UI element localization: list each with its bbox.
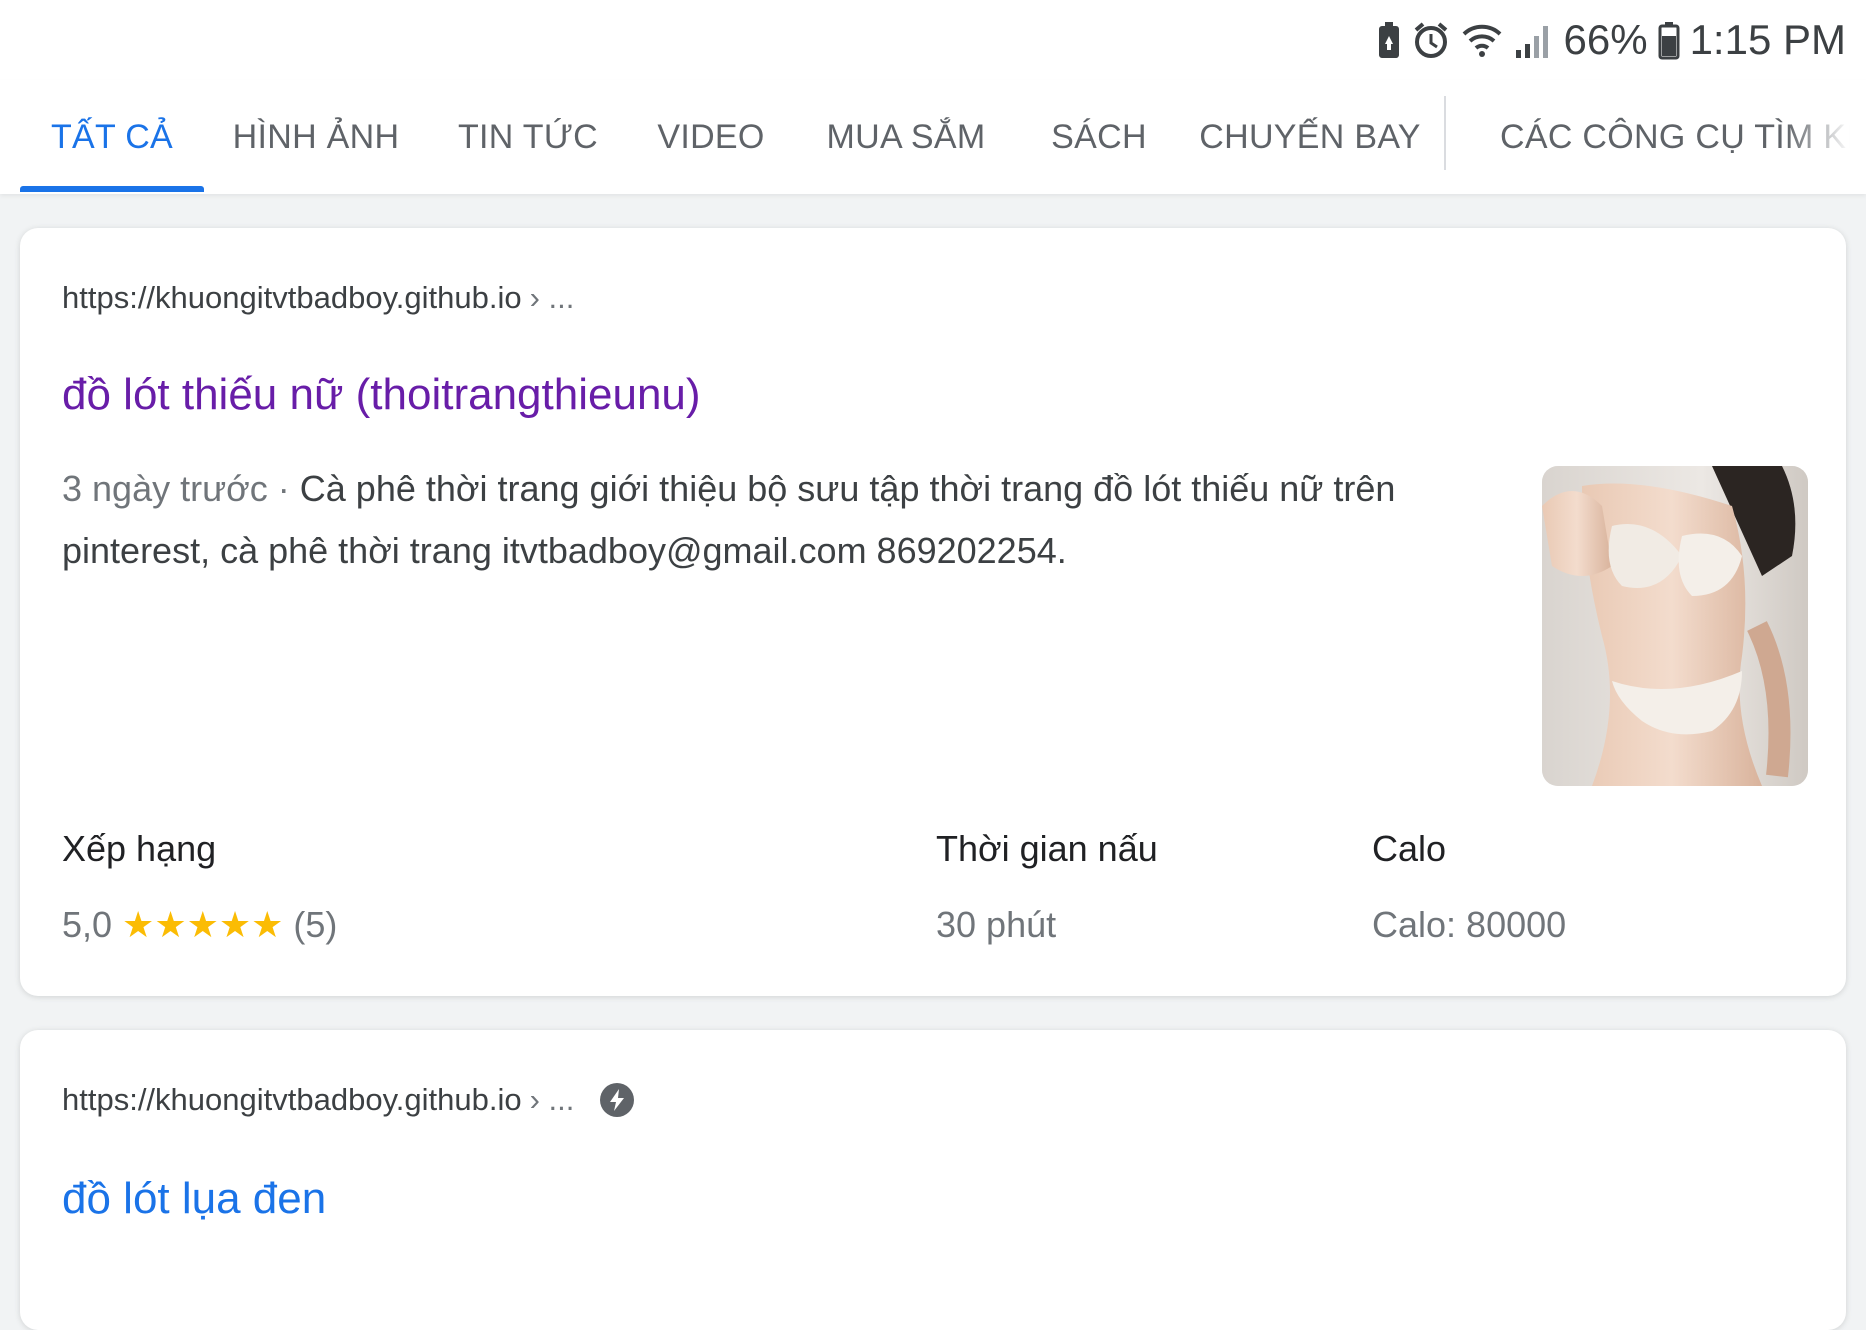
tab-divider xyxy=(1444,96,1446,170)
tab-flights[interactable]: CHUYẾN BAY xyxy=(1199,80,1420,194)
search-tabs-bar: TẤT CẢ HÌNH ẢNH TIN TỨC VIDEO MUA SẮM SÁ… xyxy=(0,80,1866,194)
result-breadcrumb: › ... xyxy=(529,280,575,315)
active-tab-indicator xyxy=(20,186,204,192)
tab-video[interactable]: VIDEO xyxy=(656,80,766,194)
status-icons: 66% 1:15 PM xyxy=(1376,12,1846,68)
tab-news[interactable]: TIN TỨC xyxy=(452,80,604,194)
rating-value: 5,0 xyxy=(62,904,113,945)
result-thumbnail-image[interactable] xyxy=(1542,466,1808,786)
clock-time: 1:15 PM xyxy=(1689,16,1846,63)
amp-lightning-icon xyxy=(600,1083,635,1117)
result-url[interactable]: https://khuongitvtbadboy.github.io › ... xyxy=(62,280,574,316)
rating-count: (5) xyxy=(293,904,338,945)
result-breadcrumb: › ... xyxy=(529,1082,575,1117)
tab-shopping[interactable]: MUA SẮM xyxy=(824,80,988,194)
tab-all[interactable]: TẤT CẢ xyxy=(20,80,204,194)
cook-time-value: 30 phút xyxy=(936,904,1057,945)
battery-icon xyxy=(1658,20,1680,60)
tab-images[interactable]: HÌNH ẢNH xyxy=(226,80,406,194)
calories-label: Calo xyxy=(1372,828,1447,869)
battery-percent: 66% xyxy=(1563,16,1648,63)
rating-label: Xếp hạng xyxy=(62,828,217,869)
search-result-card: https://khuongitvtbadboy.github.io › ...… xyxy=(20,228,1846,996)
tab-books[interactable]: SÁCH xyxy=(1050,80,1148,194)
result-date: 3 ngày trước · xyxy=(62,468,300,509)
result-url-text: https://khuongitvtbadboy.github.io xyxy=(62,1082,522,1117)
calories-value: Calo: 80000 xyxy=(1372,904,1567,945)
thumbnail-illustration xyxy=(1542,466,1808,786)
cook-time-label: Thời gian nấu xyxy=(936,828,1158,869)
tab-scroll-fade xyxy=(1786,80,1866,194)
alarm-icon xyxy=(1412,20,1450,60)
search-result-card: https://khuongitvtbadboy.github.io › ...… xyxy=(20,1030,1846,1330)
wifi-icon xyxy=(1460,20,1504,60)
rating-stars: ★★★★★ xyxy=(122,904,284,945)
status-bar: 66% 1:15 PM xyxy=(0,0,1866,80)
signal-icon xyxy=(1514,20,1554,60)
result-title-link[interactable]: đồ lót thiếu nữ (thoitrangthieunu) xyxy=(62,370,701,420)
battery-saver-icon xyxy=(1376,20,1402,60)
rating-row: 5,0 ★★★★★ (5) xyxy=(62,904,337,946)
result-url[interactable]: https://khuongitvtbadboy.github.io › ... xyxy=(62,1082,635,1118)
result-title-link[interactable]: đồ lót lụa đen xyxy=(62,1174,326,1224)
result-snippet: 3 ngày trước · Cà phê thời trang giới th… xyxy=(62,458,1402,582)
result-url-text: https://khuongitvtbadboy.github.io xyxy=(62,280,522,315)
